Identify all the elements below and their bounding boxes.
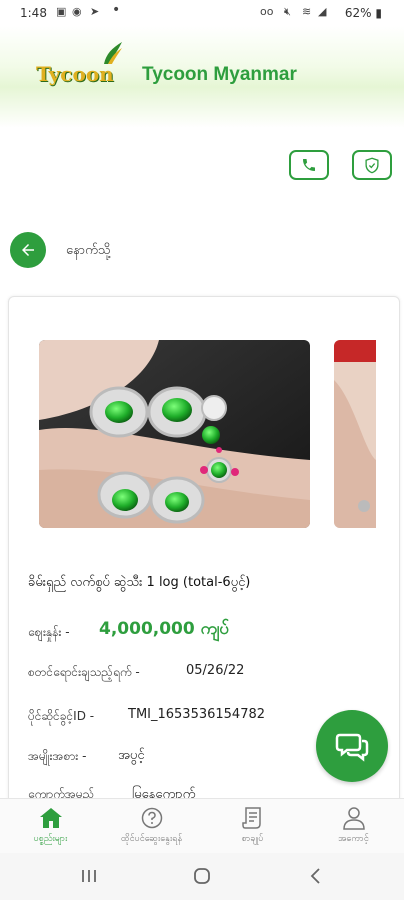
- verify-button[interactable]: [352, 150, 392, 180]
- product-title: ခိမ်းရှည် လက်စွပ် ဆွဲသီး 1 log (total-6ပ…: [28, 575, 251, 590]
- product-photo-next[interactable]: [334, 340, 376, 528]
- home-circle-icon: [194, 868, 210, 884]
- battery-level: 62% ▮: [344, 6, 382, 20]
- id-value: TMI_1653536154782: [128, 707, 266, 722]
- voicemail-icon: ᴏᴏ: [260, 5, 274, 18]
- shield-check-icon: [365, 157, 379, 173]
- back-system-button[interactable]: [300, 865, 330, 887]
- price-label: ဈေးနှုန်း -: [28, 625, 70, 639]
- type-label: အမျိုးအစား -: [28, 749, 87, 763]
- status-time: 1:48: [20, 6, 47, 20]
- document-icon: [241, 805, 265, 831]
- date-value: 05/26/22: [186, 663, 245, 678]
- chat-button[interactable]: [316, 710, 388, 782]
- nav-item-contract[interactable]: စာချုပ်: [202, 799, 303, 854]
- product-photo-next-image: [334, 340, 376, 528]
- date-label: စတင်ရောင်းချသည့်ရက် -: [28, 665, 140, 679]
- id-label: ပိုင်ဆိုင်ခွင့်ID -: [28, 709, 95, 723]
- arrow-left-icon: [22, 244, 34, 256]
- back-button[interactable]: [10, 232, 46, 268]
- nav-item-products[interactable]: ပစ္စည်းများ: [0, 799, 101, 854]
- image-icon: ▣: [56, 5, 67, 18]
- telegram-icon: ➤: [90, 5, 100, 18]
- nav-item-account[interactable]: အကောင့်: [303, 799, 404, 854]
- phone-icon: [303, 159, 315, 171]
- nav-label-consult: ထိုင်ပင်ဆွေးနွေးရန်: [120, 834, 183, 844]
- nav-item-consult[interactable]: ထိုင်ပင်ဆွေးနွေးရန်: [101, 799, 202, 854]
- wifi-icon: ≋: [302, 5, 312, 18]
- system-nav-bar: [0, 853, 404, 900]
- price-value: 4,000,000 ကျပ်: [99, 619, 230, 639]
- home-system-button[interactable]: [187, 865, 217, 887]
- user-icon: [342, 805, 365, 831]
- dot-icon: •: [112, 2, 121, 18]
- signal-icon: ◢: [318, 5, 327, 18]
- app-header: Tycoon Tycoon Myanmar: [0, 26, 404, 128]
- chat-bubbles-icon: [335, 733, 369, 762]
- help-circle-icon: [141, 805, 163, 831]
- brand-name: Tycoon Myanmar: [142, 64, 297, 85]
- status-bar: 1:48 ▣ ◉ ➤ • ᴏᴏ 🔇︎ ≋ ◢ 62% ▮: [0, 0, 404, 26]
- app-icon: ◉: [72, 5, 82, 18]
- call-button[interactable]: [289, 150, 329, 180]
- type-value: အပွင့်: [118, 748, 145, 763]
- bottom-nav: ပစ္စည်းများ ထိုင်ပင်ဆွေးနွေးရန် စာချုပ် …: [0, 798, 404, 854]
- nav-label-contract: စာချုပ်: [241, 834, 264, 844]
- product-photo-image: [39, 340, 310, 528]
- product-photo[interactable]: [39, 340, 310, 528]
- logo-text: Tycoon: [36, 62, 114, 86]
- home-icon: [39, 805, 63, 831]
- back-label[interactable]: နောက်သို့: [66, 242, 110, 261]
- chevron-left-icon: [310, 868, 320, 884]
- mute-icon: 🔇︎: [284, 5, 291, 18]
- nav-label-products: ပစ္စည်းများ: [33, 834, 68, 844]
- battery-icon: ▮: [375, 6, 382, 20]
- recents-icon: [82, 870, 96, 882]
- recents-button[interactable]: [74, 865, 104, 887]
- nav-label-account: အကောင့်: [338, 834, 369, 844]
